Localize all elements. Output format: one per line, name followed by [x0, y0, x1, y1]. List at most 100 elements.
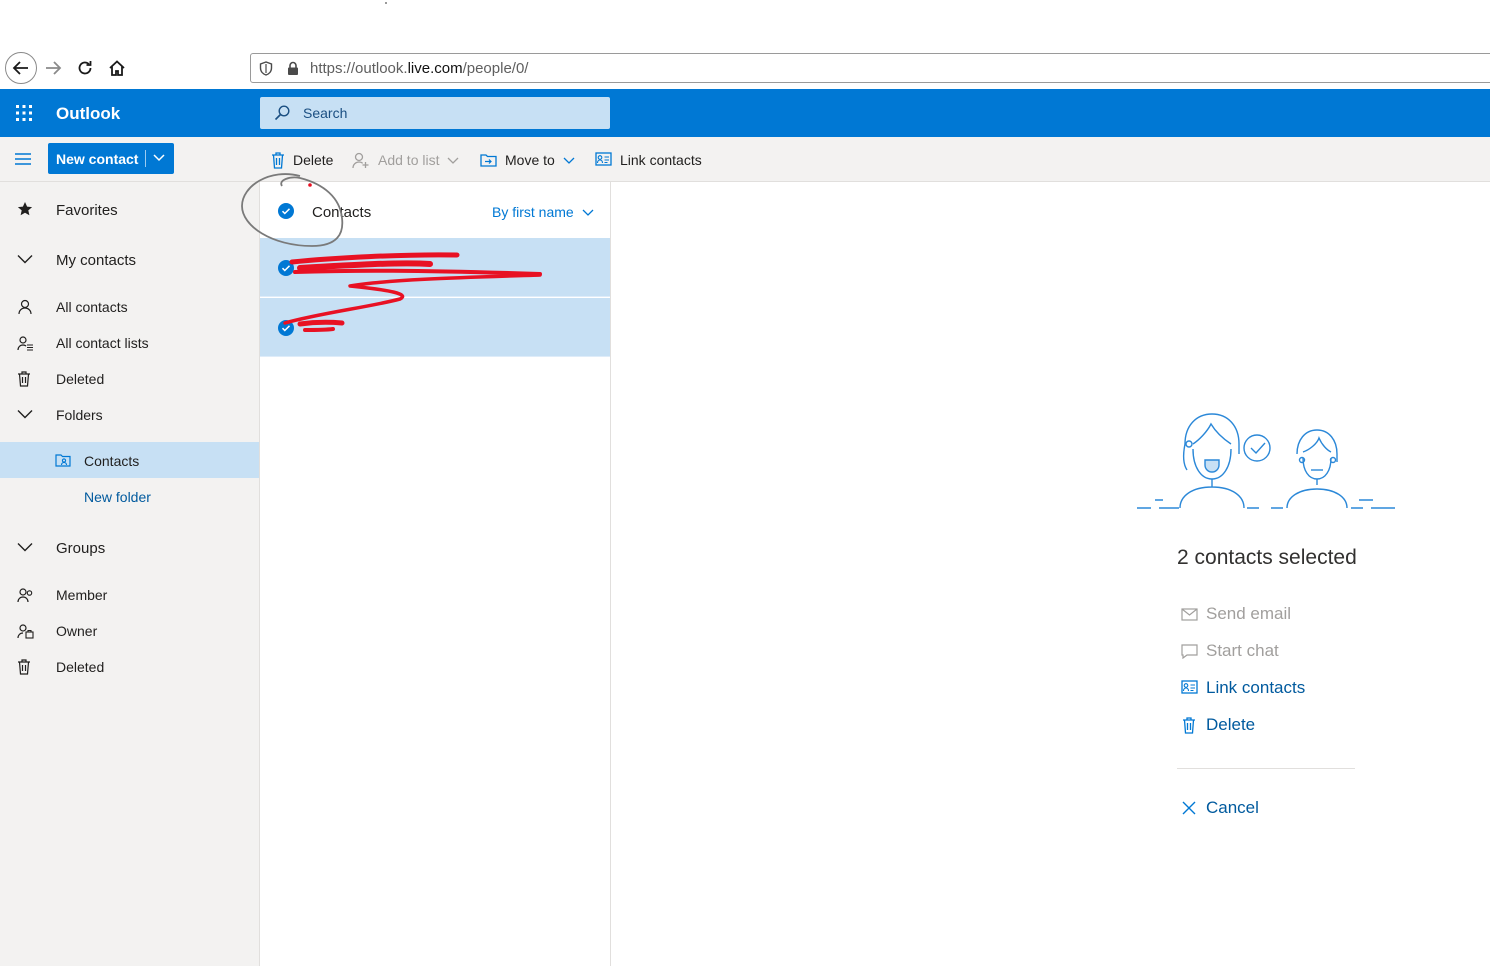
chevron-down-icon [563, 157, 575, 164]
waffle-icon [16, 105, 32, 121]
selection-count: 2 contacts selected [1177, 546, 1357, 569]
nav-folder-contacts[interactable]: Contacts [0, 442, 259, 478]
arrow-right-icon [46, 61, 62, 75]
reload-icon [78, 61, 92, 75]
nav-member-label: Member [56, 587, 108, 603]
shield-icon [259, 61, 273, 76]
send-email-action[interactable]: Send email [1180, 603, 1291, 625]
nav-groups-deleted-label: Deleted [56, 659, 105, 675]
forward-button[interactable] [38, 53, 68, 83]
url-text: https://outlook.live.com/people/0/ [310, 60, 529, 77]
link-contacts-action-label: Link contacts [1206, 678, 1306, 697]
search-icon [274, 105, 290, 121]
nav-my-contacts[interactable]: My contacts [0, 241, 259, 277]
trash-icon [1183, 716, 1195, 734]
home-button[interactable] [102, 53, 132, 83]
reload-button[interactable] [70, 53, 100, 83]
row-checkbox[interactable] [278, 320, 294, 336]
arrow-left-icon [12, 61, 28, 75]
link-contacts-label: Link contacts [620, 152, 702, 168]
url-bar[interactable]: https://outlook.live.com/people/0/ [250, 53, 1490, 83]
nav-folders-label: Folders [56, 407, 103, 423]
chevron-down-icon [17, 410, 33, 419]
link-contacts-icon [595, 152, 612, 166]
home-icon [109, 60, 125, 76]
command-bar: New contact Delete Add to list Move to L… [0, 137, 1490, 182]
hamburger-icon [15, 153, 31, 165]
row-checkbox[interactable] [278, 260, 294, 276]
nav-all-contacts-label: All contacts [56, 299, 128, 315]
nav-groups-label: Groups [56, 540, 106, 557]
nav-all-contacts[interactable]: All contacts [0, 288, 259, 324]
contact-list-pane: Contacts By first name [260, 182, 611, 966]
app-brand[interactable]: Outlook [56, 104, 120, 124]
chevron-down-icon [17, 543, 33, 552]
chevron-down-icon [17, 255, 33, 264]
nav-folder-contacts-label: Contacts [84, 453, 140, 469]
start-chat-action[interactable]: Start chat [1180, 640, 1279, 662]
collapse-nav-button[interactable] [13, 151, 33, 167]
search-input[interactable]: Search [260, 97, 610, 129]
delete-command[interactable]: Delete [271, 151, 333, 169]
nav-folders[interactable]: Folders [0, 396, 259, 432]
move-to-label: Move to [505, 152, 555, 168]
actions-divider [1177, 768, 1355, 769]
move-to-command[interactable]: Move to [480, 151, 575, 169]
send-email-label: Send email [1206, 604, 1292, 623]
new-contact-button[interactable]: New contact [48, 143, 174, 174]
reading-pane: 2 contacts selected Send email Start cha… [611, 182, 1490, 966]
link-contacts-action[interactable]: Link contacts [1180, 677, 1305, 699]
contact-row[interactable] [260, 298, 610, 357]
add-to-list-label: Add to list [378, 152, 440, 168]
cancel-label: Cancel [1206, 798, 1259, 817]
nav-new-folder-label: New folder [84, 489, 151, 505]
contact-list-icon [17, 336, 33, 351]
chevron-down-icon [582, 209, 594, 216]
mail-icon [1180, 607, 1198, 621]
new-contact-dropdown[interactable] [152, 152, 166, 164]
select-all-checkbox[interactable] [278, 203, 294, 219]
people-illustration [1137, 413, 1395, 509]
chevron-down-icon [153, 154, 165, 162]
cancel-action[interactable]: Cancel [1180, 797, 1259, 819]
top-dot [385, 2, 387, 4]
list-header: Contacts By first name [260, 182, 610, 238]
contact-row[interactable] [260, 238, 610, 297]
nav-new-folder[interactable]: New folder [0, 478, 259, 514]
nav-deleted[interactable]: Deleted [0, 360, 259, 396]
split-divider [145, 150, 146, 167]
nav-favorites-label: Favorites [56, 202, 118, 219]
trash-icon [18, 659, 30, 675]
nav-deleted-label: Deleted [56, 371, 105, 387]
link-contacts-command[interactable]: Link contacts [595, 151, 702, 169]
group-owner-icon [17, 624, 34, 639]
link-contacts-icon [1180, 680, 1198, 694]
nav-owner[interactable]: Owner [0, 612, 259, 648]
new-contact-label: New contact [56, 151, 139, 167]
lock-icon [288, 61, 298, 75]
sort-label: By first name [492, 204, 574, 220]
browser-chrome: https://outlook.live.com/people/0/ [0, 0, 1490, 89]
chevron-down-icon [448, 157, 459, 164]
delete-action-label: Delete [1206, 715, 1256, 734]
sort-dropdown[interactable]: By first name [492, 204, 594, 220]
search-placeholder: Search [303, 105, 348, 121]
delete-action[interactable]: Delete [1180, 714, 1255, 736]
left-navigation: Favorites My contacts All contacts All c… [0, 182, 260, 966]
nav-favorites[interactable]: Favorites [0, 191, 259, 227]
contacts-folder-icon [55, 454, 71, 467]
move-folder-icon [480, 153, 497, 167]
nav-member[interactable]: Member [0, 576, 259, 612]
add-to-list-command[interactable]: Add to list [352, 151, 459, 169]
app-launcher-button[interactable] [0, 89, 48, 137]
nav-groups-deleted[interactable]: Deleted [0, 648, 259, 684]
nav-my-contacts-label: My contacts [56, 252, 137, 269]
add-person-icon [352, 152, 369, 168]
back-button[interactable] [5, 52, 37, 84]
app-header: Outlook Search [0, 89, 1490, 137]
nav-all-contact-lists[interactable]: All contact lists [0, 324, 259, 360]
close-icon [1182, 801, 1196, 815]
trash-icon [272, 151, 284, 169]
nav-groups[interactable]: Groups [0, 529, 259, 565]
person-icon [18, 299, 32, 315]
